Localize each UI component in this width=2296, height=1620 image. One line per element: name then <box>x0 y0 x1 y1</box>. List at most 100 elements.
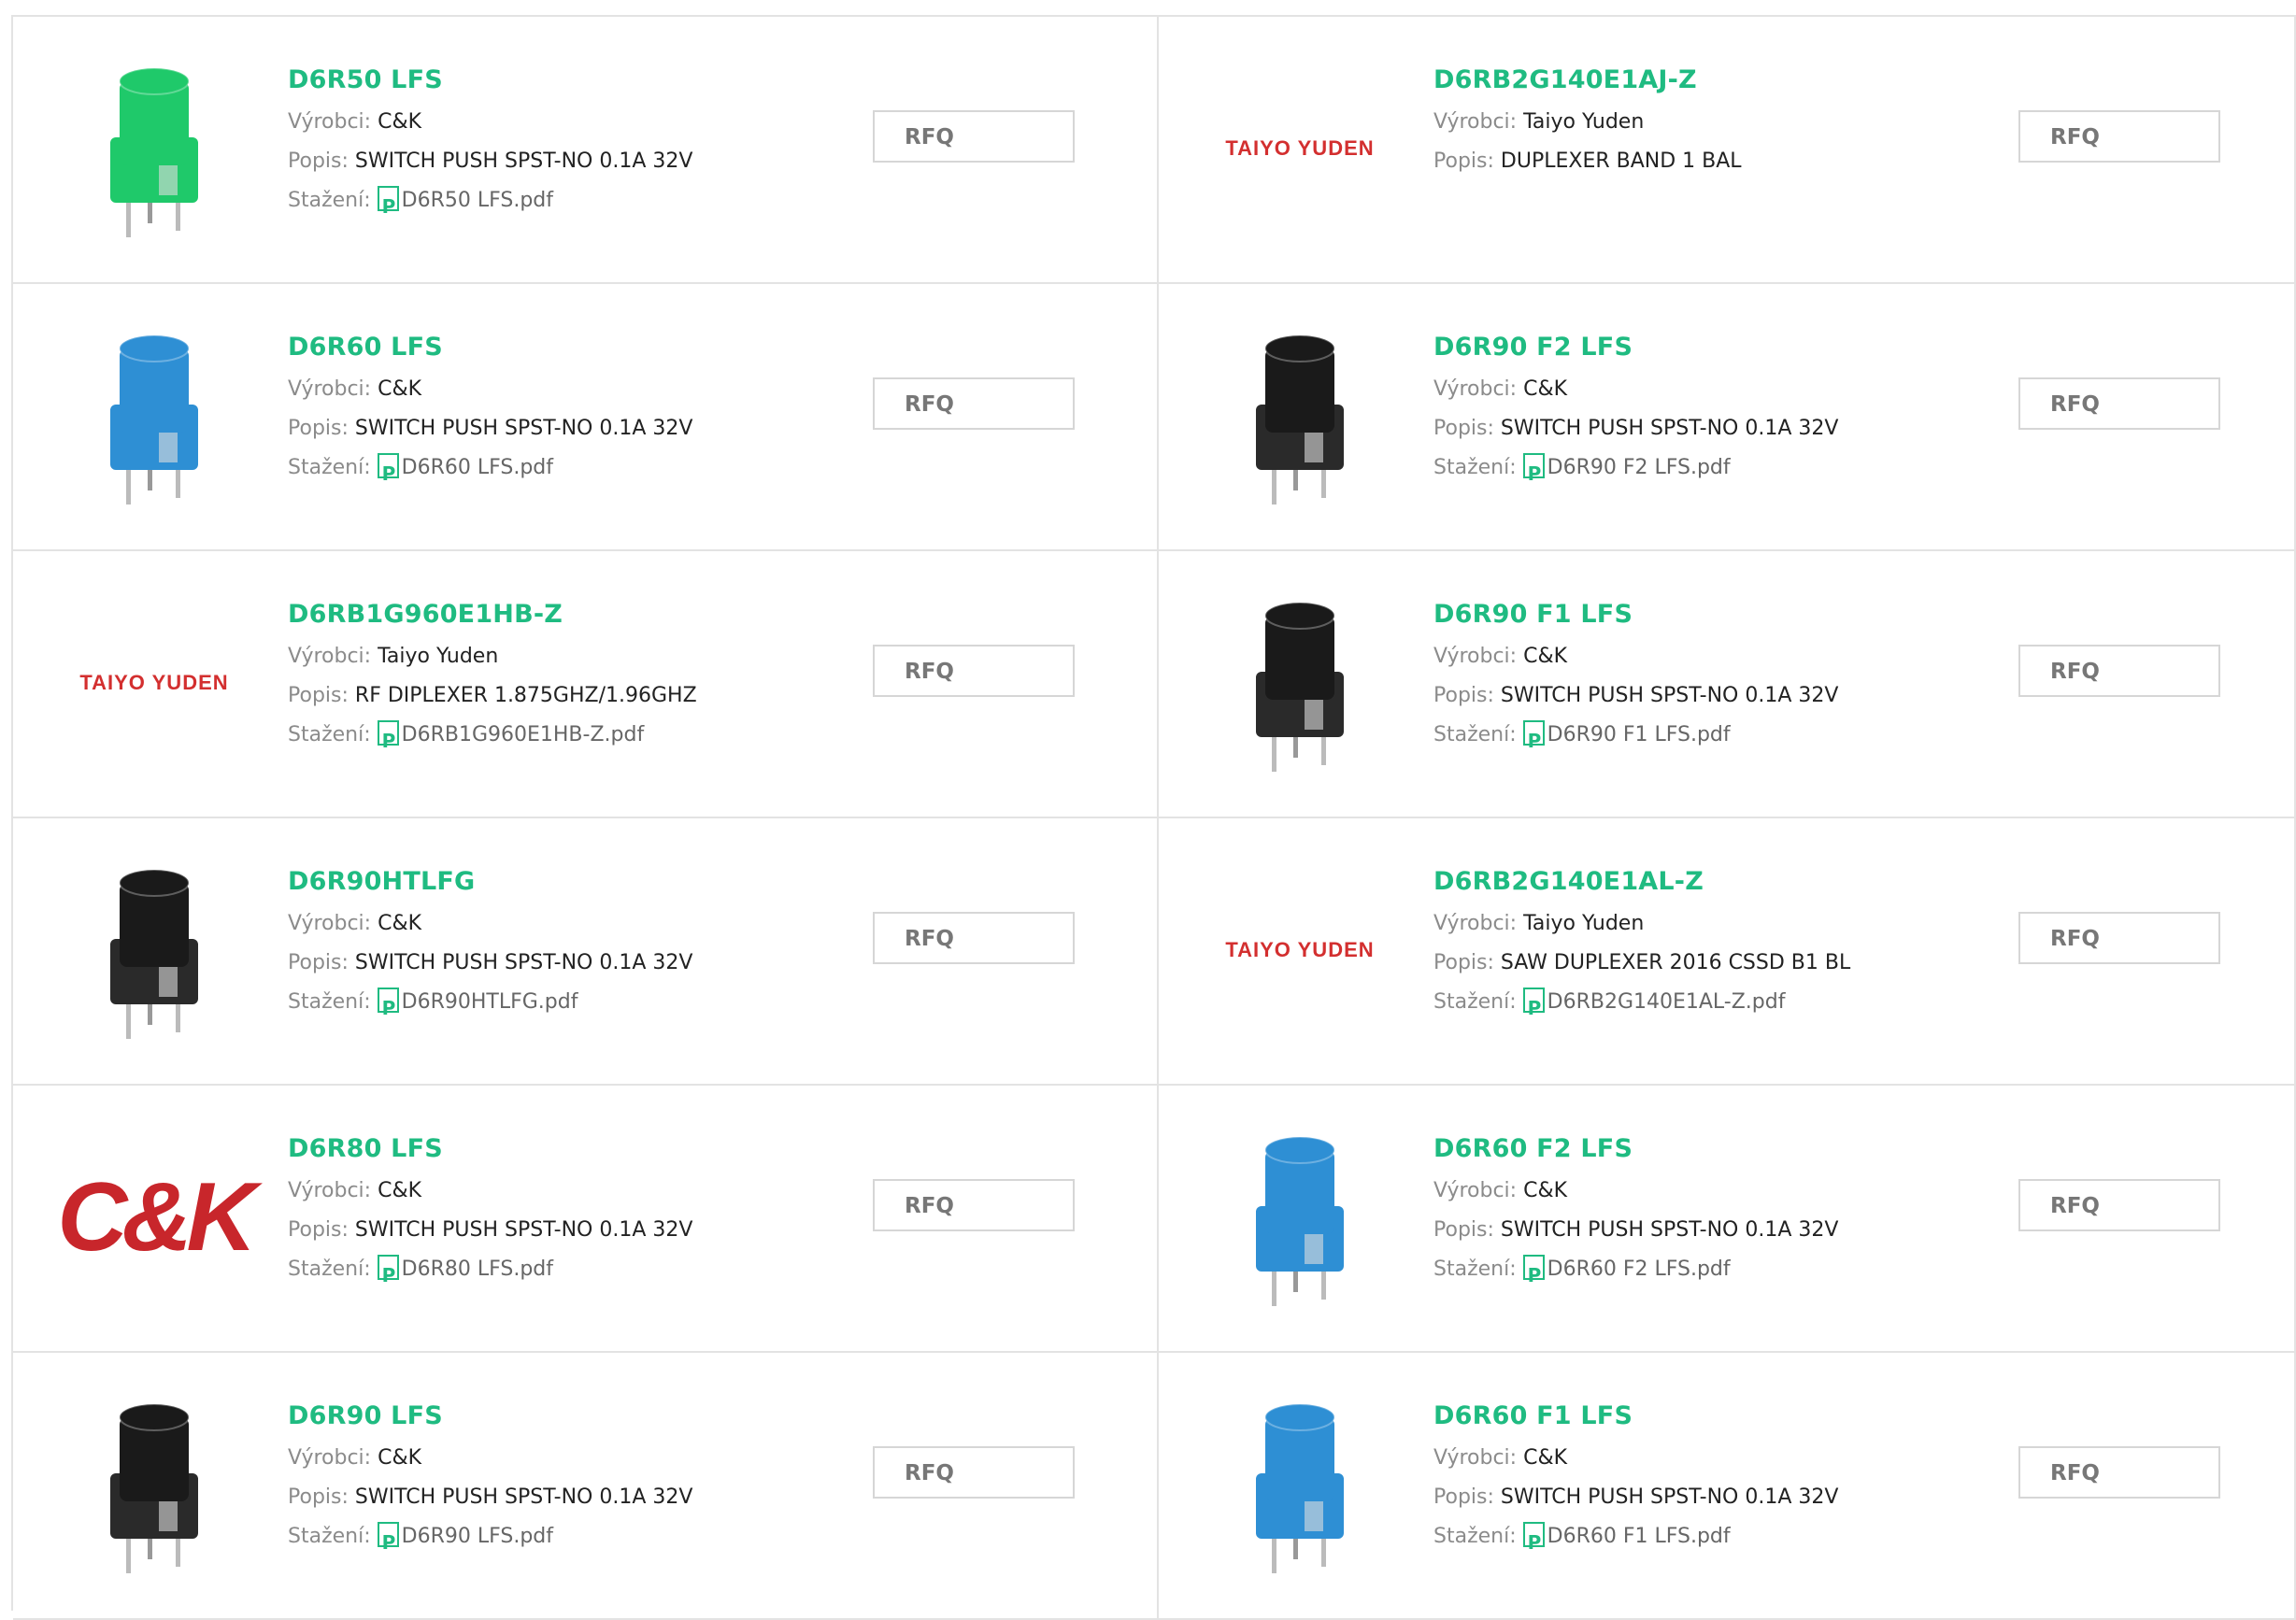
rfq-button[interactable]: RFQ <box>2018 377 2220 430</box>
download-link[interactable]: D6R90 LFS.pdf <box>402 1525 553 1548</box>
product-name-link[interactable]: D6R90 LFS <box>288 1401 692 1439</box>
product-card: TAIYO YUDEN D6RB2G140E1AL-Z Výrobci: Tai… <box>1159 818 2296 1086</box>
push-switch-image <box>1256 334 1344 504</box>
manufacturer-row: Výrobci: C&K <box>1433 637 1838 676</box>
manufacturer-row: Výrobci: C&K <box>288 103 692 142</box>
download-link[interactable]: D6RB1G960E1HB-Z.pdf <box>402 723 645 746</box>
rfq-button[interactable]: RFQ <box>873 110 1075 163</box>
download-link[interactable]: D6R60 LFS.pdf <box>402 456 553 479</box>
rfq-button[interactable]: RFQ <box>873 377 1075 430</box>
pdf-icon[interactable] <box>377 1255 399 1295</box>
pdf-icon[interactable] <box>377 1522 399 1562</box>
download-link[interactable]: D6R50 LFS.pdf <box>402 189 553 212</box>
product-name-link[interactable]: D6R50 LFS <box>288 65 692 103</box>
product-image[interactable] <box>1205 589 1394 777</box>
product-image[interactable]: TAIYO YUDEN <box>60 589 249 777</box>
product-name-link[interactable]: D6R60 F1 LFS <box>1433 1401 1838 1439</box>
rfq-button[interactable]: RFQ <box>2018 1446 2220 1499</box>
rfq-button[interactable]: RFQ <box>873 1179 1075 1231</box>
manufacturer-label: Výrobci: <box>288 110 372 134</box>
pdf-icon[interactable] <box>1522 1522 1545 1562</box>
download-row: Stažení: D6R80 LFS.pdf <box>288 1250 692 1295</box>
product-grid: D6R50 LFS Výrobci: C&K Popis: SWITCH PUS… <box>11 15 2296 1620</box>
description-value: SWITCH PUSH SPST-NO 0.1A 32V <box>354 1485 693 1509</box>
product-info: D6R80 LFS Výrobci: C&K Popis: SWITCH PUS… <box>288 1134 692 1295</box>
manufacturer-row: Výrobci: C&K <box>288 904 692 944</box>
product-image[interactable] <box>60 856 249 1044</box>
product-card: D6R90 F2 LFS Výrobci: C&K Popis: SWITCH … <box>1159 284 2296 551</box>
manufacturer-value: Taiyo Yuden <box>378 645 499 668</box>
description-value: SWITCH PUSH SPST-NO 0.1A 32V <box>354 149 693 173</box>
product-name-link[interactable]: D6R80 LFS <box>288 1134 692 1172</box>
product-name-link[interactable]: D6R90 F2 LFS <box>1433 333 1838 370</box>
product-image[interactable]: C&K <box>57 1123 256 1312</box>
pdf-icon[interactable] <box>377 186 399 226</box>
description-row: Popis: SWITCH PUSH SPST-NO 0.1A 32V <box>288 1478 692 1517</box>
manufacturer-value: C&K <box>378 110 422 134</box>
product-image[interactable] <box>60 1390 249 1579</box>
pdf-icon[interactable] <box>377 720 399 760</box>
description-row: Popis: SWITCH PUSH SPST-NO 0.1A 32V <box>288 409 692 448</box>
product-image[interactable]: TAIYO YUDEN <box>1205 856 1394 1044</box>
download-row: Stažení: D6R90 F2 LFS.pdf <box>1433 448 1838 493</box>
product-image[interactable] <box>1205 321 1394 510</box>
product-info: D6R60 F1 LFS Výrobci: C&K Popis: SWITCH … <box>1433 1401 1838 1562</box>
rfq-button[interactable]: RFQ <box>2018 645 2220 697</box>
rfq-button[interactable]: RFQ <box>2018 110 2220 163</box>
download-label: Stažení: <box>1433 990 1517 1014</box>
product-image[interactable] <box>1205 1123 1394 1312</box>
product-card: TAIYO YUDEN D6RB2G140E1AJ-Z Výrobci: Tai… <box>1159 17 2296 284</box>
download-link[interactable]: D6R90 F1 LFS.pdf <box>1547 723 1731 746</box>
description-label: Popis: <box>288 1485 349 1509</box>
push-switch-image <box>110 334 198 504</box>
rfq-button[interactable]: RFQ <box>2018 1179 2220 1231</box>
manufacturer-label: Výrobci: <box>1433 1179 1518 1202</box>
push-switch-image <box>110 67 198 237</box>
product-name-link[interactable]: D6R90 F1 LFS <box>1433 600 1838 637</box>
download-row: Stažení: D6RB1G960E1HB-Z.pdf <box>288 716 697 760</box>
description-label: Popis: <box>1433 951 1494 974</box>
product-image[interactable] <box>60 321 249 510</box>
download-row: Stažení: D6RB2G140E1AL-Z.pdf <box>1433 983 1850 1028</box>
rfq-button[interactable]: RFQ <box>873 1446 1075 1499</box>
product-name-link[interactable]: D6RB2G140E1AJ-Z <box>1433 65 1742 103</box>
rfq-button[interactable]: RFQ <box>873 645 1075 697</box>
download-row: Stažení: D6R60 F2 LFS.pdf <box>1433 1250 1838 1295</box>
description-row: Popis: SWITCH PUSH SPST-NO 0.1A 32V <box>1433 1478 1838 1517</box>
pdf-icon[interactable] <box>1522 720 1545 760</box>
download-link[interactable]: D6R80 LFS.pdf <box>402 1258 553 1281</box>
product-image[interactable] <box>1205 1390 1394 1579</box>
manufacturer-row: Výrobci: C&K <box>1433 1172 1838 1211</box>
product-card: D6R90 F1 LFS Výrobci: C&K Popis: SWITCH … <box>1159 551 2296 818</box>
download-link[interactable]: D6R90 F2 LFS.pdf <box>1547 456 1731 479</box>
download-link[interactable]: D6R60 F1 LFS.pdf <box>1547 1525 1731 1548</box>
product-info: D6R50 LFS Výrobci: C&K Popis: SWITCH PUS… <box>288 65 693 226</box>
download-link[interactable]: D6RB2G140E1AL-Z.pdf <box>1547 990 1786 1014</box>
manufacturer-label: Výrobci: <box>288 1446 372 1470</box>
product-card: D6R90 LFS Výrobci: C&K Popis: SWITCH PUS… <box>13 1353 1159 1620</box>
description-label: Popis: <box>1433 417 1494 440</box>
pdf-icon[interactable] <box>377 988 399 1028</box>
product-name-link[interactable]: D6R60 F2 LFS <box>1433 1134 1838 1172</box>
pdf-icon[interactable] <box>1522 1255 1545 1295</box>
pdf-icon[interactable] <box>1522 453 1545 493</box>
product-name-link[interactable]: D6RB1G960E1HB-Z <box>288 600 697 637</box>
manufacturer-value: Taiyo Yuden <box>1523 110 1645 134</box>
product-image[interactable]: TAIYO YUDEN <box>1205 54 1394 243</box>
rfq-button[interactable]: RFQ <box>2018 912 2220 964</box>
taiyo-yuden-logo: TAIYO YUDEN <box>79 671 229 694</box>
product-info: D6R60 LFS Výrobci: C&K Popis: SWITCH PUS… <box>288 333 692 493</box>
product-name-link[interactable]: D6R60 LFS <box>288 333 692 370</box>
product-name-link[interactable]: D6RB2G140E1AL-Z <box>1433 867 1850 904</box>
product-image[interactable] <box>60 54 249 243</box>
pdf-icon[interactable] <box>377 453 399 493</box>
product-name-link[interactable]: D6R90HTLFG <box>288 867 692 904</box>
rfq-button[interactable]: RFQ <box>873 912 1075 964</box>
pdf-icon[interactable] <box>1522 988 1545 1028</box>
download-link[interactable]: D6R60 F2 LFS.pdf <box>1547 1258 1731 1281</box>
manufacturer-label: Výrobci: <box>288 1179 372 1202</box>
description-label: Popis: <box>288 1218 349 1242</box>
download-link[interactable]: D6R90HTLFG.pdf <box>402 990 578 1014</box>
description-label: Popis: <box>288 417 349 440</box>
description-value: RF DIPLEXER 1.875GHZ/1.96GHZ <box>354 684 697 707</box>
